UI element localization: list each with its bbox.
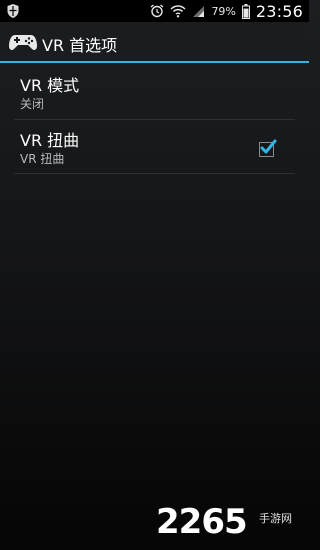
pref-title: VR 扭曲 [20,131,80,150]
checkmark-icon [260,139,277,154]
gamepad-icon[interactable] [8,32,38,52]
watermark-text: 手游网 [259,512,292,525]
battery-icon [241,3,250,19]
signal-icon [193,5,205,17]
wifi-icon [170,5,186,18]
status-bar: 79% 23:56 [0,0,309,22]
clock: 23:56 [255,1,303,21]
shield-icon [7,4,19,18]
pref-item-vr-mode[interactable]: VR 模式 关闭 [0,63,309,119]
alarm-icon [151,4,164,18]
page-title: VR 首选项 [42,36,118,55]
watermark-number: 2265 [156,502,248,542]
vr-distortion-checkbox[interactable] [259,139,277,157]
pref-summary: VR 扭曲 [20,152,65,166]
divider [14,173,295,174]
action-bar: VR 首选项 [0,22,309,62]
pref-summary: 关闭 [20,97,45,111]
pref-title: VR 模式 [20,76,80,95]
battery-percent: 79% [211,4,236,18]
watermark: 2265 手游网 [156,502,292,542]
